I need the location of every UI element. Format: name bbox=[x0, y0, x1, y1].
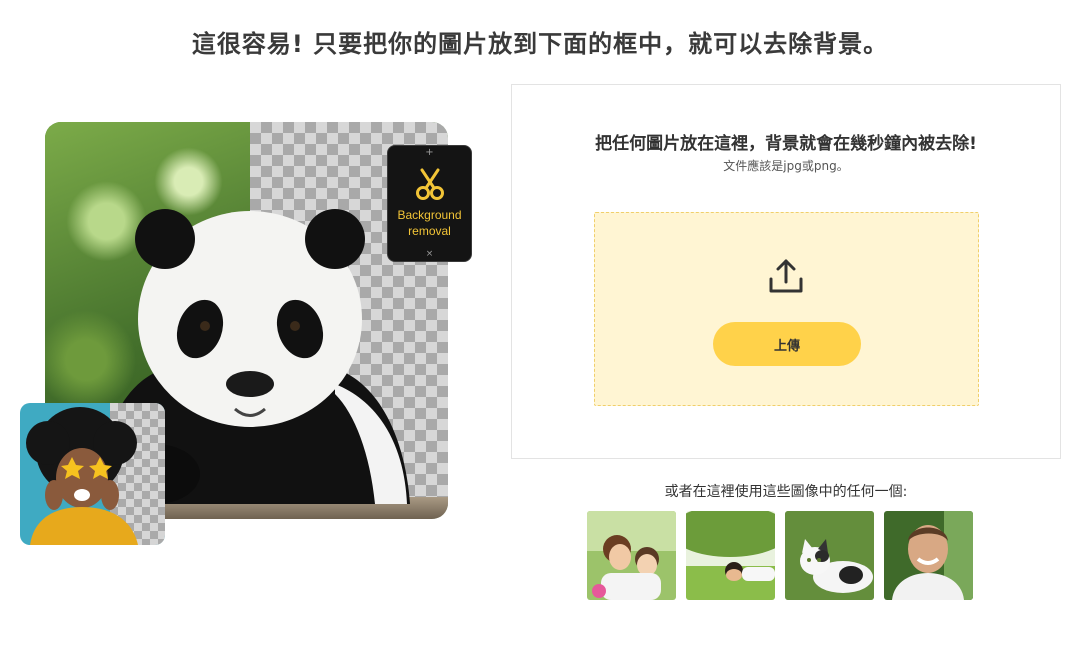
hero-illustration: + Background removal × bbox=[20, 120, 480, 550]
page-headline: 這很容易! 只要把你的圖片放到下面的框中，就可以去除背景。 bbox=[191, 30, 889, 58]
upload-panel[interactable]: 把任何圖片放在這裡，背景就會在幾秒鐘內被去除! 文件應該是jpg或png。 上傳 bbox=[511, 84, 1061, 459]
background-removal-badge: + Background removal × bbox=[387, 145, 472, 262]
girl-with-glasses-image bbox=[26, 407, 138, 545]
badge-label-line-1: Background bbox=[397, 208, 462, 222]
file-type-hint: 文件應該是jpg或png。 bbox=[723, 159, 849, 173]
sample-image-smiling-man[interactable] bbox=[884, 511, 973, 600]
girl-demo-image bbox=[20, 403, 165, 545]
sample-images-list bbox=[587, 511, 973, 600]
sample-image-person-grass[interactable] bbox=[686, 511, 775, 600]
upload-icon bbox=[769, 259, 803, 293]
upload-button[interactable]: 上傳 bbox=[713, 322, 861, 366]
mother-child-thumbnail bbox=[587, 511, 676, 600]
badge-pin-bottom: × bbox=[425, 249, 434, 259]
cat-thumbnail bbox=[785, 511, 874, 600]
sample-images-caption: 或者在這裡使用這些圖像中的任何一個: bbox=[664, 484, 908, 500]
scissors-icon bbox=[416, 168, 444, 200]
drop-zone[interactable]: 上傳 bbox=[594, 212, 979, 406]
sample-image-cat[interactable] bbox=[785, 511, 874, 600]
badge-label-line-2: removal bbox=[408, 224, 451, 238]
upload-title: 把任何圖片放在這裡，背景就會在幾秒鐘內被去除! bbox=[595, 134, 977, 154]
sample-image-mother-child[interactable] bbox=[587, 511, 676, 600]
person-grass-thumbnail bbox=[686, 511, 775, 600]
badge-label: Background removal bbox=[388, 207, 471, 239]
smiling-man-thumbnail bbox=[884, 511, 973, 600]
badge-pin-top: + bbox=[425, 147, 434, 158]
